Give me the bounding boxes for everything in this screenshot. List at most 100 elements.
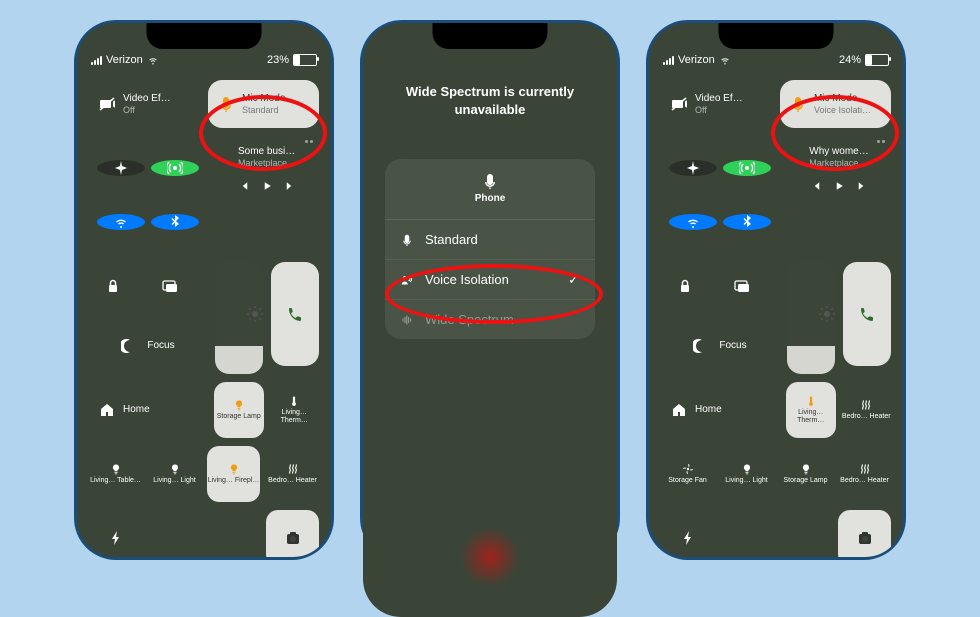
phone-icon (287, 306, 303, 322)
play-icon[interactable] (833, 180, 845, 192)
phone-icon (859, 306, 875, 322)
light-icon (169, 463, 181, 475)
camera-tile[interactable] (838, 510, 891, 557)
menu-header: Phone (385, 159, 595, 220)
forward-icon[interactable] (283, 180, 295, 192)
moon-icon (693, 338, 709, 354)
airplane-toggle[interactable] (669, 160, 717, 176)
camera-tile[interactable] (266, 510, 319, 557)
forward-icon[interactable] (855, 180, 867, 192)
airplay-dots (877, 140, 885, 143)
wifi-icon (719, 54, 731, 66)
notch (433, 23, 548, 49)
sun-icon (247, 306, 263, 322)
therm-icon (805, 395, 817, 407)
mic-icon (482, 173, 498, 189)
screen-mirror-tile[interactable] (717, 262, 765, 310)
hk-tile-0[interactable]: Storage Lamp (214, 382, 264, 438)
notch (719, 23, 834, 49)
phone-right: Phone Verizon 24% Video Ef…Off Mic ModeV… (646, 20, 906, 560)
mirror-icon (161, 278, 177, 294)
hk-tile-0[interactable]: Living… Therm… (786, 382, 836, 438)
cellular-toggle[interactable] (151, 160, 199, 176)
phone-left: Phone Verizon 23% Video Ef…Off Mic ModeS… (74, 20, 334, 560)
screen-mirror-tile[interactable] (145, 262, 193, 310)
heat-icon (287, 463, 299, 475)
heat-icon (860, 399, 872, 411)
extra-tile[interactable] (720, 510, 773, 557)
bluetooth-icon (739, 214, 755, 230)
menu-item-wide-spectrum[interactable]: Wide Spectrum (385, 300, 595, 339)
rotation-lock-tile[interactable] (661, 262, 709, 310)
banner-text: Wide Spectrum is currently unavailable (363, 83, 617, 119)
hk-tile-2[interactable]: Storage Fan (661, 446, 714, 502)
video-effects-tile[interactable]: Video Ef…Off (89, 80, 200, 128)
extra-tile-2[interactable] (779, 510, 832, 557)
rotation-lock-tile[interactable] (89, 262, 137, 310)
hk-tile-1[interactable]: Living… Therm… (270, 382, 320, 438)
wifi-icon (685, 214, 701, 230)
home-tile[interactable]: Home (89, 382, 208, 438)
media-tile[interactable]: Why wome…Marketplace… (787, 136, 891, 202)
extra-tile[interactable] (148, 510, 201, 557)
video-off-icon (99, 96, 115, 112)
bluetooth-toggle[interactable] (723, 214, 771, 230)
flashlight-tile[interactable] (89, 510, 142, 557)
home-tile[interactable]: Home (661, 382, 780, 438)
back-icon[interactable] (811, 180, 823, 192)
bluetooth-toggle[interactable] (151, 214, 199, 230)
connectivity-tile[interactable] (661, 136, 779, 254)
hk-tile-4[interactable]: Storage Lamp (779, 446, 832, 502)
hk-tile-5[interactable]: Bedro… Heater (266, 446, 319, 502)
extra-tile-2[interactable] (207, 510, 260, 557)
signal-icon (663, 56, 674, 65)
cellular-toggle[interactable] (723, 160, 771, 176)
hk-tile-3[interactable]: Living… Light (720, 446, 773, 502)
play-icon[interactable] (261, 180, 273, 192)
waves-icon (401, 314, 413, 326)
connectivity-tile[interactable] (89, 136, 207, 254)
airplane-toggle[interactable] (97, 160, 145, 176)
focus-tile[interactable]: Focus (89, 318, 207, 374)
airplane-icon (113, 160, 129, 176)
back-icon[interactable] (239, 180, 251, 192)
home-icon (99, 402, 115, 418)
menu-item-voice-isolation[interactable]: Voice Isolation✓ (385, 260, 595, 300)
light-icon (110, 463, 122, 475)
media-tile[interactable]: Some busi…Marketplace… (215, 136, 319, 202)
call-tile[interactable] (271, 262, 319, 366)
hk-tile-4[interactable]: Living… Firepl… (207, 446, 260, 502)
menu-item-standard[interactable]: Standard (385, 220, 595, 260)
moon-icon (121, 338, 137, 354)
phone-center: Wide Spectrum is currently unavailable P… (360, 20, 620, 560)
mic-icon (401, 234, 413, 246)
notch (147, 23, 262, 49)
video-effects-tile[interactable]: Video Ef…Off (661, 80, 772, 128)
mic-icon (218, 96, 234, 112)
focus-tile[interactable]: Focus (661, 318, 779, 374)
flashlight-icon (680, 530, 696, 546)
wifi-toggle[interactable] (669, 214, 717, 230)
hk-tile-1[interactable]: Bedro… Heater (842, 382, 892, 438)
hk-tile-2[interactable]: Living… Table… (89, 446, 142, 502)
status-bar: Verizon 24% (649, 48, 903, 72)
mic-mode-tile[interactable]: Mic ModeStandard (208, 80, 319, 128)
wifi-toggle[interactable] (97, 214, 145, 230)
battery-icon (865, 54, 889, 66)
mic-mode-tile[interactable]: Mic ModeVoice Isolati… (780, 80, 891, 128)
touch-glow (460, 527, 520, 587)
heat-icon (859, 463, 871, 475)
light-icon (233, 399, 245, 411)
mirror-icon (733, 278, 749, 294)
wifi-icon (147, 54, 159, 66)
hk-tile-3[interactable]: Living… Light (148, 446, 201, 502)
call-tile[interactable] (843, 262, 891, 366)
mic-icon (790, 96, 806, 112)
flashlight-icon (108, 530, 124, 546)
person-voice-icon (401, 274, 413, 286)
brightness-slider[interactable] (215, 262, 263, 374)
brightness-slider[interactable] (787, 262, 835, 374)
fan-icon (682, 463, 694, 475)
flashlight-tile[interactable] (661, 510, 714, 557)
hk-tile-5[interactable]: Bedro… Heater (838, 446, 891, 502)
